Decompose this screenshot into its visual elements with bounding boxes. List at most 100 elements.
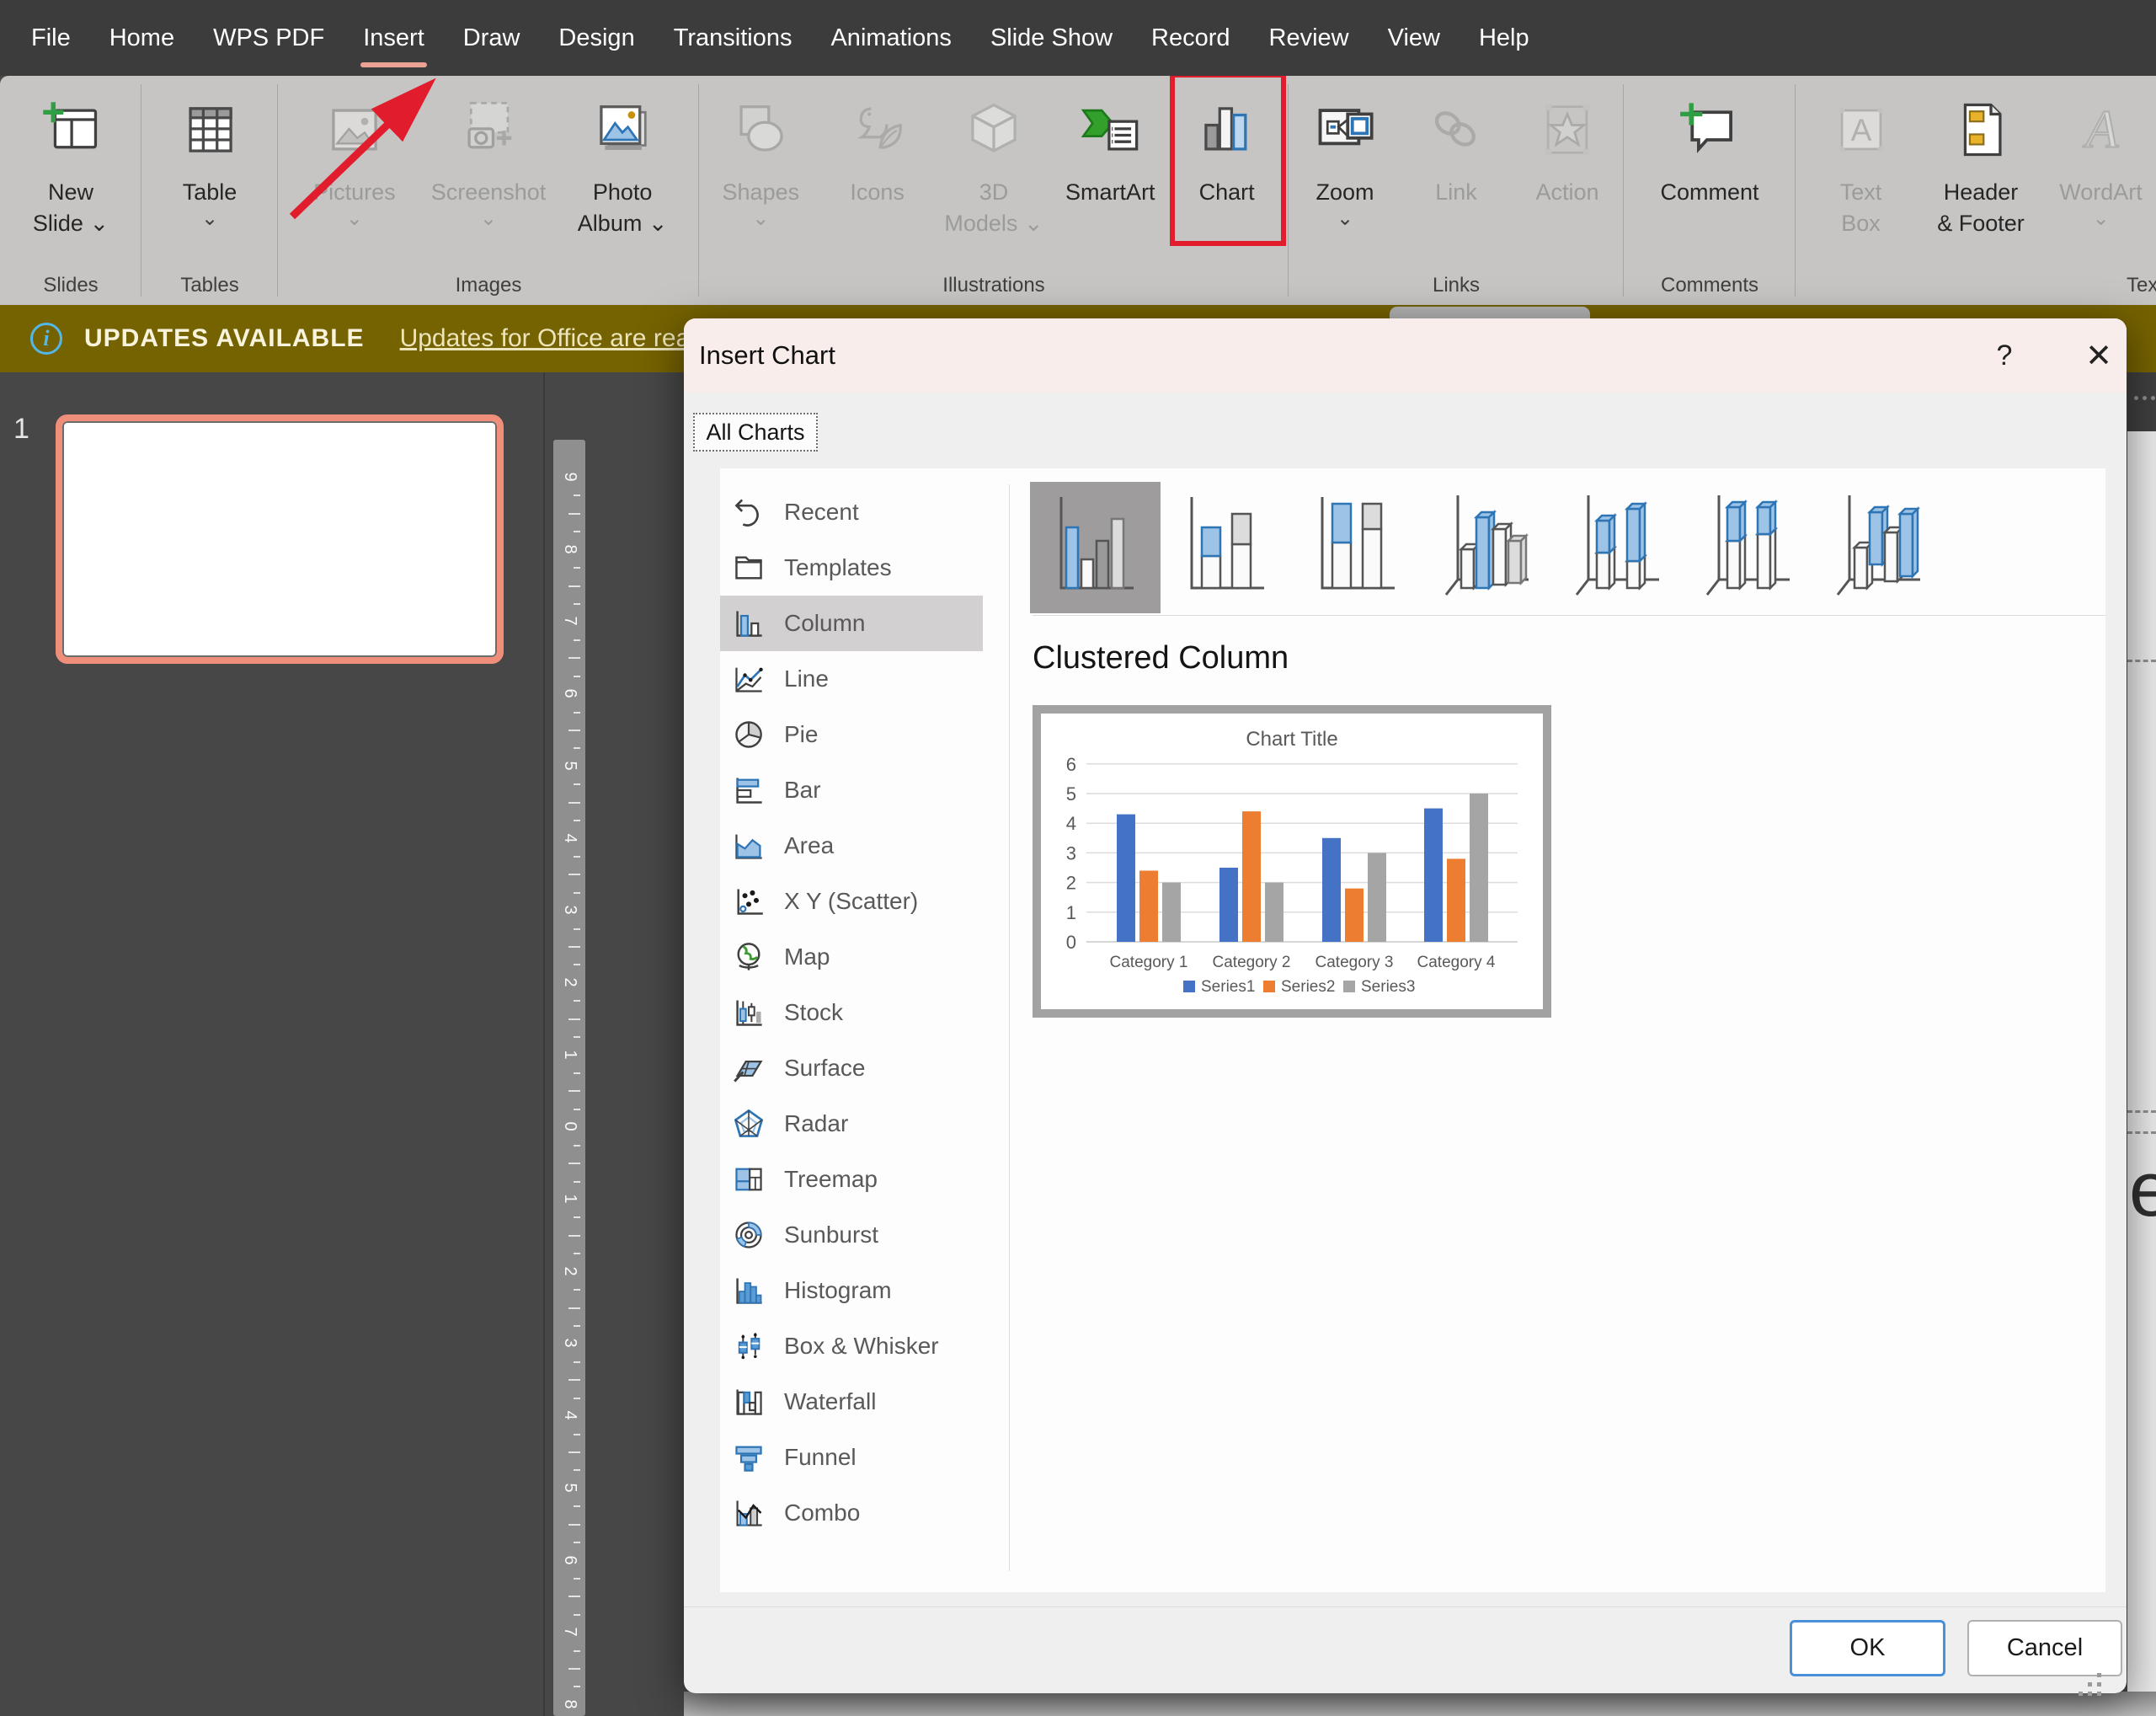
menu-tab-review[interactable]: Review (1250, 0, 1369, 76)
menu-tab-animations[interactable]: Animations (811, 0, 970, 76)
panel-divider[interactable] (543, 372, 545, 1716)
header-footer-icon (1951, 83, 2011, 177)
menu-tab-insert[interactable]: Insert (344, 0, 444, 76)
ok-button[interactable]: OK (1790, 1620, 1945, 1676)
button-label: Album ⌄ (578, 208, 668, 239)
menu-tab-wps-pdf[interactable]: WPS PDF (194, 0, 344, 76)
updates-link[interactable]: Updates for Office are rea (400, 324, 691, 353)
menu-tab-file[interactable]: File (12, 0, 90, 76)
ruler-number: 6 (559, 677, 579, 709)
resize-grip[interactable] (2097, 1673, 2101, 1677)
chart-type-box-whisker[interactable]: Box & Whisker (720, 1318, 983, 1374)
chart-preview[interactable]: Chart Title0123456Category 1Category 2Ca… (1033, 705, 1551, 1018)
ribbon-button-smartart[interactable]: SmartArt (1055, 76, 1165, 271)
svg-text:5: 5 (1066, 783, 1076, 805)
ribbon-button-comment[interactable]: Comment (1655, 76, 1764, 271)
ruler-number: 6 (559, 1544, 579, 1576)
help-icon[interactable]: ? (1981, 334, 2028, 377)
slide-thumbnail[interactable] (56, 414, 504, 664)
ribbon-button-zoom[interactable]: Zoom⌄ (1290, 76, 1400, 271)
chart-type-label: Funnel (784, 1444, 857, 1471)
photo-album-icon (592, 83, 653, 177)
chart-type-radar[interactable]: Radar (720, 1096, 983, 1152)
menu-tab-home[interactable]: Home (90, 0, 194, 76)
chart-type-surface[interactable]: Surface (720, 1040, 983, 1096)
subtype-3d-100-stacked-column-icon[interactable] (1683, 482, 1813, 613)
funnel-icon (732, 1441, 769, 1474)
ribbon: NewSlide ⌄SlidesTable⌄TablesPictures⌄Scr… (0, 76, 2156, 305)
button-label: & Footer (1937, 208, 2025, 239)
bar-icon (732, 773, 769, 807)
dialog-header[interactable]: Insert Chart ? ✕ (684, 318, 2127, 393)
info-icon: i (30, 323, 62, 355)
svg-text:A: A (1850, 112, 1871, 147)
subtype-3d-column-icon[interactable] (1813, 482, 1944, 613)
vertical-ruler: 987654321012345678 (553, 440, 585, 1716)
chart-type-combo[interactable]: Combo (720, 1485, 983, 1541)
cancel-button[interactable]: Cancel (1967, 1620, 2122, 1676)
button-label: Table (183, 177, 237, 208)
chart-type-x-y-scatter-[interactable]: X Y (Scatter) (720, 874, 983, 929)
chart-type-recent[interactable]: Recent (720, 484, 983, 540)
chart-type-funnel[interactable]: Funnel (720, 1430, 983, 1485)
ribbon-group-label: Comments (1624, 271, 1796, 305)
button-label: Slide ⌄ (33, 208, 109, 239)
button-label: Zoom (1315, 177, 1374, 208)
chart-type-label: Box & Whisker (784, 1333, 939, 1360)
footer-divider (684, 1606, 2127, 1607)
menu-tab-view[interactable]: View (1369, 0, 1460, 76)
list-preview-divider (1009, 484, 1010, 1571)
subtype-3d-clustered-column-icon[interactable] (1422, 482, 1552, 613)
close-icon[interactable]: ✕ (2075, 334, 2122, 377)
chart-type-waterfall[interactable]: Waterfall (720, 1374, 983, 1430)
ribbon-button-text-box: ATextBox (1806, 76, 1916, 271)
updates-badge: UPDATES AVAILABLE (84, 324, 365, 353)
ruler-number: 7 (559, 1616, 579, 1648)
chart-type-column[interactable]: Column (720, 596, 983, 651)
ribbon-button-chart[interactable]: Chart (1172, 76, 1282, 271)
button-label: Screenshot (431, 177, 547, 208)
chevron-down-icon: ⌄ (480, 208, 497, 230)
chart-type-line[interactable]: Line (720, 651, 983, 707)
treemap-icon (732, 1163, 769, 1196)
ribbon-button-table[interactable]: Table⌄ (155, 76, 264, 271)
placeholder-dashed-border (2127, 1110, 2156, 1113)
menu-tab-design[interactable]: Design (539, 0, 654, 76)
subtype-3d-stacked-column-icon[interactable] (1552, 482, 1683, 613)
chart-type-label: Stock (784, 999, 843, 1026)
chevron-down-icon: ⌄ (346, 208, 363, 230)
chart-type-treemap[interactable]: Treemap (720, 1152, 983, 1207)
link-icon (1426, 83, 1486, 177)
menu-tab-record[interactable]: Record (1132, 0, 1250, 76)
ruler-number: 5 (559, 750, 579, 782)
chart-type-map[interactable]: Map (720, 929, 983, 985)
tab-all-charts[interactable]: All Charts (693, 413, 818, 452)
ribbon-button-photo-album[interactable]: PhotoAlbum ⌄ (568, 76, 677, 271)
subtype-stacked-column-icon[interactable] (1161, 482, 1291, 613)
svg-text:1: 1 (1066, 902, 1076, 923)
chart-type-label: Pie (784, 721, 818, 748)
chart-type-pie[interactable]: Pie (720, 707, 983, 762)
chart-type-label: Treemap (784, 1166, 878, 1193)
ribbon-button-header-footer[interactable]: Header& Footer (1926, 76, 2036, 271)
chart-type-label: Line (784, 666, 829, 692)
chart-type-sunburst[interactable]: Sunburst (720, 1207, 983, 1263)
ribbon-group-illustrations: Shapes⌄Icons3DModels ⌄SmartArtChartIllus… (699, 76, 1289, 305)
menu-tab-transitions[interactable]: Transitions (654, 0, 812, 76)
menu-tab-draw[interactable]: Draw (444, 0, 540, 76)
ribbon-group-label: Images (278, 271, 699, 305)
menu-tab-slide-show[interactable]: Slide Show (971, 0, 1132, 76)
subtype-100-stacked-column-icon[interactable] (1291, 482, 1422, 613)
chart-type-histogram[interactable]: Histogram (720, 1263, 983, 1318)
chart-type-area[interactable]: Area (720, 818, 983, 874)
subtype-clustered-column-icon[interactable] (1030, 482, 1161, 613)
ribbon-button-new-slide[interactable]: NewSlide ⌄ (16, 76, 125, 271)
chart-type-label: Bar (784, 777, 821, 804)
slide-behind-dialog: e (2127, 431, 2156, 1716)
chart-type-bar[interactable]: Bar (720, 762, 983, 818)
ruler-number: 0 (559, 1110, 579, 1142)
menu-tab-help[interactable]: Help (1460, 0, 1549, 76)
chart-type-stock[interactable]: Stock (720, 985, 983, 1040)
chart-type-templates[interactable]: Templates (720, 540, 983, 596)
ruler-number: 4 (559, 822, 579, 854)
